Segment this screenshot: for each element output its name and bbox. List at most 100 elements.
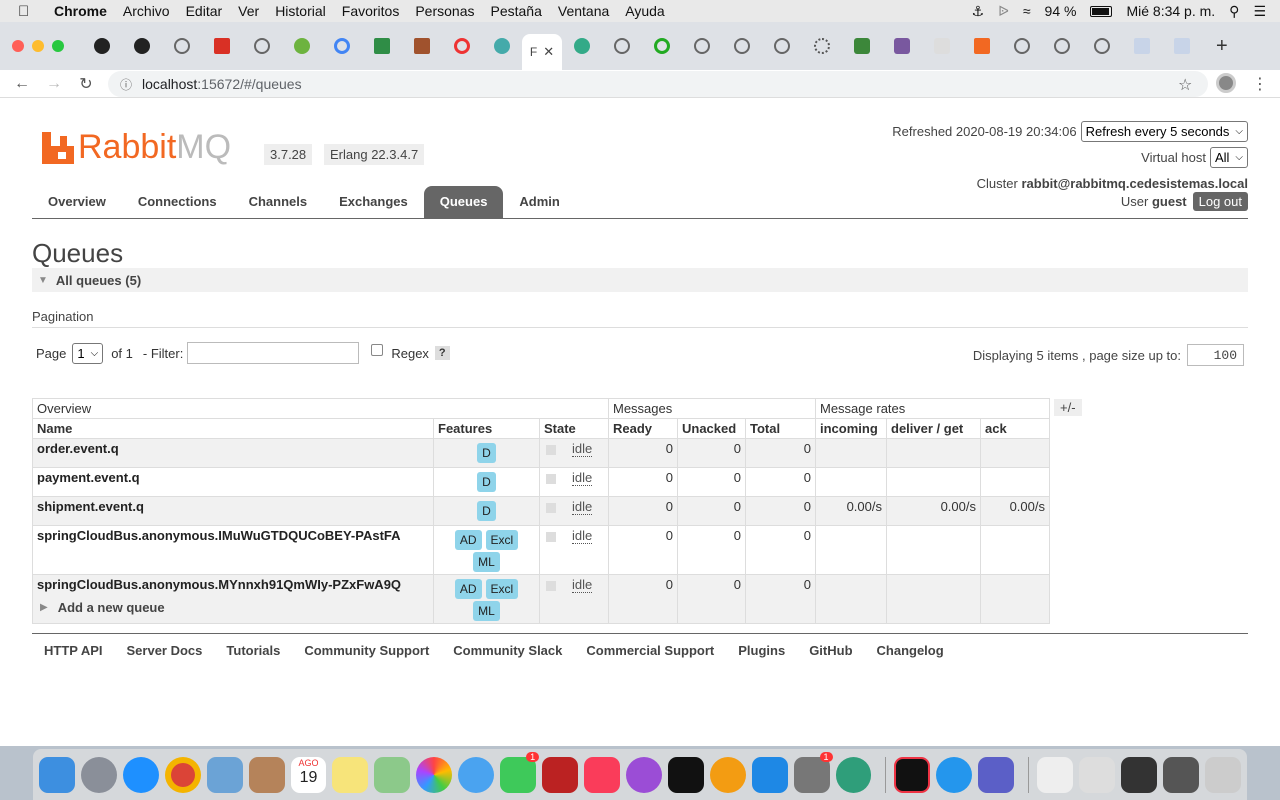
apple-tv-icon[interactable] [667, 756, 704, 793]
feature-badge-max-length[interactable]: ML [473, 601, 500, 621]
footer-link-tutorials[interactable]: Tutorials [226, 643, 280, 658]
contacts-icon[interactable] [248, 756, 285, 793]
notes-icon[interactable] [332, 756, 369, 793]
column-header-incoming[interactable]: incoming [815, 418, 887, 439]
menu-clock[interactable]: Mié 8:34 p. m. [1126, 3, 1215, 19]
feature-badge-auto-delete[interactable]: AD [454, 530, 482, 550]
tab-admin[interactable]: Admin [503, 186, 575, 218]
footer-link-commercial-support[interactable]: Commercial Support [586, 643, 714, 658]
tab-image[interactable] [922, 29, 962, 63]
rabbitmq-logo[interactable]: RabbitMQ [42, 128, 231, 167]
close-window-icon[interactable] [12, 40, 24, 52]
tab-generic-8[interactable] [1042, 29, 1082, 63]
intellij-icon[interactable] [894, 756, 931, 793]
site-info-icon[interactable]: ⓘ [120, 76, 132, 93]
menu-item-ayuda[interactable]: Ayuda [625, 3, 664, 19]
tab-node[interactable] [842, 29, 882, 63]
footer-link-server-docs[interactable]: Server Docs [127, 643, 203, 658]
tab-heroku[interactable] [882, 29, 922, 63]
tab-active-rabbitmq[interactable]: F ✕ [522, 34, 562, 70]
menu-item-archivo[interactable]: Archivo [123, 3, 170, 19]
tab-generic-4[interactable] [682, 29, 722, 63]
tab-gmail[interactable] [202, 29, 242, 63]
column-toggle-button[interactable]: +/- [1054, 399, 1082, 416]
maps-icon[interactable] [374, 756, 411, 793]
messages-icon[interactable] [458, 756, 495, 793]
photos-icon[interactable] [416, 756, 453, 793]
document-icon[interactable] [1037, 756, 1074, 793]
menu-item-pestana[interactable]: Pestaña [491, 3, 542, 19]
tab-globe[interactable] [562, 29, 602, 63]
column-header-state[interactable]: State [539, 418, 609, 439]
tab-rabbit[interactable] [962, 29, 1002, 63]
queue-name-link[interactable]: shipment.event.q [32, 496, 434, 526]
footer-link-community-support[interactable]: Community Support [304, 643, 429, 658]
queue-name-link[interactable]: springCloudBus.anonymous.IMuWuGTDQUCoBEY… [32, 525, 434, 575]
screenshot-thumbnail-icon[interactable] [1163, 756, 1199, 793]
feature-badge-max-length[interactable]: ML [473, 552, 500, 572]
refresh-interval-select[interactable]: Refresh every 5 seconds ⌵ [1080, 120, 1248, 142]
tab-generic-5[interactable] [722, 29, 762, 63]
tab-overview[interactable]: Overview [32, 186, 122, 218]
safari-icon[interactable] [122, 756, 159, 793]
virtual-host-select[interactable]: All ⌵ [1209, 146, 1248, 168]
footer-link-http-api[interactable]: HTTP API [44, 643, 103, 658]
footer-link-changelog[interactable]: Changelog [877, 643, 944, 658]
minimize-window-icon[interactable] [32, 40, 44, 52]
regex-checkbox[interactable] [371, 344, 384, 356]
mail-icon[interactable] [206, 756, 243, 793]
table-row[interactable]: shipment.event.q D idle 0 0 0 0.00/s 0.0… [32, 496, 1050, 526]
column-header-ready[interactable]: Ready [608, 418, 678, 439]
add-queue-toggle[interactable]: ▶ Add a new queue [40, 600, 165, 615]
tab-queues[interactable]: Queues [423, 186, 504, 218]
apple-icon[interactable]:  [18, 3, 38, 20]
logout-button[interactable]: Log out [1192, 192, 1248, 211]
queue-name-link[interactable]: springCloudBus.anonymous.MYnnxh91QmWIy-P… [32, 574, 434, 624]
tab-connections[interactable]: Connections [122, 186, 233, 218]
reload-icon[interactable]: ↻ [70, 74, 102, 94]
screenshot-thumbnail-icon[interactable] [1121, 756, 1158, 793]
new-tab-button[interactable]: + [1216, 35, 1228, 58]
facetime-icon[interactable]: 1 [500, 751, 540, 793]
calendar-icon[interactable]: AGO 19 [290, 756, 327, 793]
profile-avatar[interactable] [1216, 73, 1236, 93]
address-bar[interactable]: ⓘ localhost:15672/#/queues [108, 71, 1208, 97]
chrome-icon[interactable] [164, 756, 201, 793]
menu-item-favoritos[interactable]: Favoritos [342, 3, 400, 19]
tab-generic-1[interactable] [162, 29, 202, 63]
battery-percent[interactable]: 94 % [1045, 3, 1077, 19]
menu-item-personas[interactable]: Personas [415, 3, 474, 19]
menu-item-ver[interactable]: Ver [238, 3, 259, 19]
spotlight-search-icon[interactable]: ⚲ [1229, 3, 1239, 20]
tab-github-1[interactable] [82, 29, 122, 63]
tab-generic-3[interactable] [602, 29, 642, 63]
column-header-total[interactable]: Total [745, 418, 816, 439]
tab-generic-6[interactable] [762, 29, 802, 63]
table-row[interactable]: payment.event.q D idle 0 0 0 [32, 467, 1050, 497]
queue-name-link[interactable]: order.event.q [32, 438, 434, 468]
bluetooth-icon[interactable]: ᐉ [998, 3, 1009, 20]
tab-react[interactable] [802, 29, 842, 63]
tab-green[interactable] [642, 29, 682, 63]
column-header-unacked[interactable]: Unacked [677, 418, 746, 439]
menu-item-ventana[interactable]: Ventana [558, 3, 609, 19]
podcasts-icon[interactable] [625, 756, 662, 793]
table-row[interactable]: springCloudBus.anonymous.MYnnxh91QmWIy-P… [32, 574, 1050, 624]
page-size-input[interactable]: 100 [1187, 344, 1244, 366]
feature-badge-durable[interactable]: D [477, 472, 496, 492]
footer-link-community-slack[interactable]: Community Slack [453, 643, 562, 658]
column-header-deliver-get[interactable]: deliver / get [886, 418, 981, 439]
tab-avatar[interactable] [402, 29, 442, 63]
wifi-icon[interactable]: ≈ [1023, 3, 1031, 19]
tab-channels[interactable]: Channels [233, 186, 324, 218]
tab-generic-2[interactable] [242, 29, 282, 63]
table-row[interactable]: order.event.q D idle 0 0 0 [32, 438, 1050, 468]
feature-badge-durable[interactable]: D [477, 443, 496, 463]
tab-github-2[interactable] [122, 29, 162, 63]
bookmark-star-icon[interactable]: ☆ [1178, 75, 1192, 95]
back-arrow-icon[interactable]: ← [6, 75, 38, 93]
tab-google[interactable] [322, 29, 362, 63]
forward-arrow-icon[interactable]: → [38, 75, 70, 93]
atom-icon[interactable] [835, 756, 872, 793]
battery-icon[interactable] [1090, 5, 1113, 17]
